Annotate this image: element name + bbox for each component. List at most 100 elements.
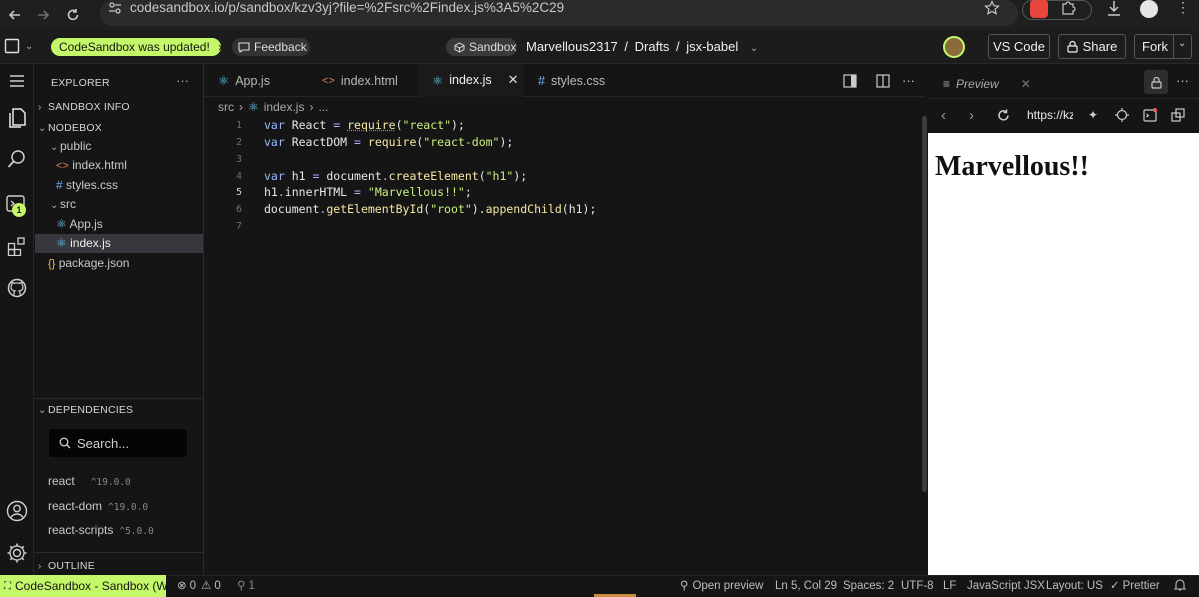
line-number: 2 (235, 137, 242, 148)
file-package-json[interactable]: {} package.json (48, 256, 129, 270)
preview-heading: Marvellous!! (935, 151, 1089, 182)
site-info-icon[interactable] (108, 2, 122, 14)
breadcrumb-project[interactable]: jsx-babel (686, 39, 738, 54)
lock-button[interactable] (1144, 70, 1168, 94)
editor-scrollbar[interactable] (922, 116, 927, 492)
remote-icon: ⛶ (4, 580, 11, 592)
preview-url-input[interactable]: https://kzv3yj (1027, 108, 1073, 122)
react-file-icon: ⚛ (56, 236, 67, 250)
url-text[interactable]: codesandbox.io/p/sandbox/kzv3yj?file=%2F… (130, 0, 564, 16)
breadcrumb-file[interactable]: index.js (264, 100, 305, 114)
puzzle-icon[interactable] (1060, 0, 1076, 16)
account-icon[interactable] (0, 494, 34, 528)
share-button[interactable]: Share (1058, 34, 1126, 59)
bell-icon[interactable] (1174, 578, 1186, 594)
toggle-sidebar-icon[interactable] (843, 74, 857, 88)
dependency-item[interactable]: react-dom ^19.0.0 (48, 499, 148, 513)
preview-back-icon[interactable]: ‹ (941, 107, 946, 124)
inspect-icon[interactable] (1115, 108, 1129, 122)
css-file-icon: # (538, 73, 545, 88)
avatar[interactable] (943, 36, 965, 58)
gear-icon[interactable] (0, 536, 34, 570)
tab-app-js[interactable]: ⚛ App.js (204, 64, 308, 97)
ports-indicator[interactable]: ⚲ 1 (237, 578, 255, 594)
folder-src[interactable]: ⌄ src (50, 197, 76, 211)
preview-forward-icon[interactable]: › (969, 107, 974, 124)
tab-index-html[interactable]: <> index.html (308, 64, 416, 97)
dependency-name: react (48, 474, 75, 488)
encoding[interactable]: UTF-8 (901, 578, 934, 594)
cursor-position[interactable]: Ln 5, Col 29 (775, 578, 837, 594)
more-actions-icon[interactable]: ··· (1176, 73, 1189, 88)
layout-menu-button[interactable]: ⌄ (4, 38, 33, 54)
dependency-search-input[interactable]: Search... (49, 429, 187, 457)
dependency-name: react-scripts (48, 523, 114, 537)
preview-reload-icon[interactable] (997, 109, 1010, 122)
updated-notice-button[interactable]: CodeSandbox was updated! › (51, 38, 222, 56)
feedback-button[interactable]: Feedback (232, 38, 310, 56)
extension-icon[interactable] (1030, 0, 1048, 18)
file-breadcrumb[interactable]: src › ⚛ index.js › ... (218, 100, 328, 114)
extensions-icon[interactable] (0, 229, 34, 263)
close-icon[interactable]: ✕ (508, 72, 519, 88)
line-ending[interactable]: LF (943, 578, 956, 594)
language-mode[interactable]: JavaScript JSX (967, 578, 1045, 594)
explorer-icon[interactable] (0, 101, 34, 135)
broadcast-icon: ⚲ (680, 580, 689, 592)
file-app-js[interactable]: ⚛ App.js (56, 217, 103, 231)
menu-icon[interactable] (0, 64, 34, 98)
folder-public[interactable]: ⌄ public (50, 139, 91, 153)
file-index-js[interactable]: ⚛ index.js (56, 236, 111, 250)
open-preview-button[interactable]: ⚲ Open preview (680, 578, 763, 594)
project-breadcrumb[interactable]: Marvellous2317 / Drafts / jsx-babel ⌄ (526, 38, 758, 56)
dependency-item[interactable]: react ^19.0.0 (48, 474, 131, 488)
split-editor-icon[interactable] (876, 74, 890, 88)
nodebox-section[interactable]: ⌄NODEBOX (38, 122, 102, 134)
preview-frame[interactable] (928, 133, 1199, 575)
github-icon[interactable] (0, 271, 34, 305)
ports-count: 1 (248, 580, 255, 592)
star-icon[interactable] (984, 0, 1000, 16)
breadcrumb-rest[interactable]: ... (318, 100, 328, 114)
open-new-window-icon[interactable] (1171, 108, 1185, 122)
outline-section[interactable]: › OUTLINE (38, 560, 95, 572)
close-icon[interactable]: ✕ (1021, 77, 1031, 91)
sparkle-icon[interactable]: ✦ (1088, 108, 1098, 122)
more-icon[interactable]: ⋮ (1176, 0, 1190, 14)
html-file-icon: <> (56, 160, 69, 172)
sandbox-info-section[interactable]: › SANDBOX INFO (38, 101, 130, 113)
download-icon[interactable] (1106, 0, 1122, 18)
tab-styles-css[interactable]: # styles.css (524, 64, 634, 97)
dependencies-section[interactable]: ⌄DEPENDENCIES (38, 404, 133, 416)
search-icon[interactable] (0, 142, 34, 176)
file-index-html[interactable]: <> index.html (56, 158, 127, 172)
tab-index-js[interactable]: ⚛ index.js ✕ (418, 64, 524, 97)
breadcrumb-dir[interactable]: src (218, 100, 234, 114)
comment-icon (238, 41, 250, 53)
prettier-status[interactable]: ✓ Prettier (1110, 578, 1160, 594)
more-actions-icon[interactable]: ··· (176, 73, 189, 88)
breadcrumb-folder[interactable]: Drafts (635, 39, 670, 54)
chevron-down-icon[interactable]: ⌄ (1178, 38, 1186, 49)
keyboard-layout[interactable]: Layout: US (1046, 578, 1103, 594)
back-icon[interactable] (0, 0, 30, 30)
code-line: var ReactDOM = require("react-dom"); (264, 135, 514, 149)
remote-indicator[interactable]: ⛶ CodeSandbox - Sandbox (Web) (0, 575, 185, 597)
problems-indicator[interactable]: ⊗ 0 ⚠ 0 (177, 578, 221, 594)
reload-icon[interactable] (58, 0, 88, 30)
profile-icon[interactable] (1140, 0, 1158, 18)
more-actions-icon[interactable]: ··· (902, 73, 915, 88)
forward-icon[interactable] (28, 0, 58, 30)
tab-preview[interactable]: ≡ Preview ✕ (943, 77, 1031, 91)
breadcrumb-user[interactable]: Marvellous2317 (526, 39, 618, 54)
vscode-button[interactable]: VS Code (988, 34, 1050, 59)
tab-label: index.js (449, 73, 492, 87)
indentation[interactable]: Spaces: 2 (843, 578, 894, 594)
dependency-item[interactable]: react-scripts ^5.0.0 (48, 523, 154, 537)
remote-label: CodeSandbox - Sandbox (Web) (15, 579, 185, 593)
error-icon: ⊗ (177, 580, 187, 592)
fork-button[interactable]: Fork ⌄ (1134, 34, 1192, 59)
sandbox-badge[interactable]: Sandbox (446, 38, 517, 56)
file-styles-css[interactable]: # styles.css (56, 178, 118, 192)
console-icon[interactable] (1143, 108, 1157, 122)
